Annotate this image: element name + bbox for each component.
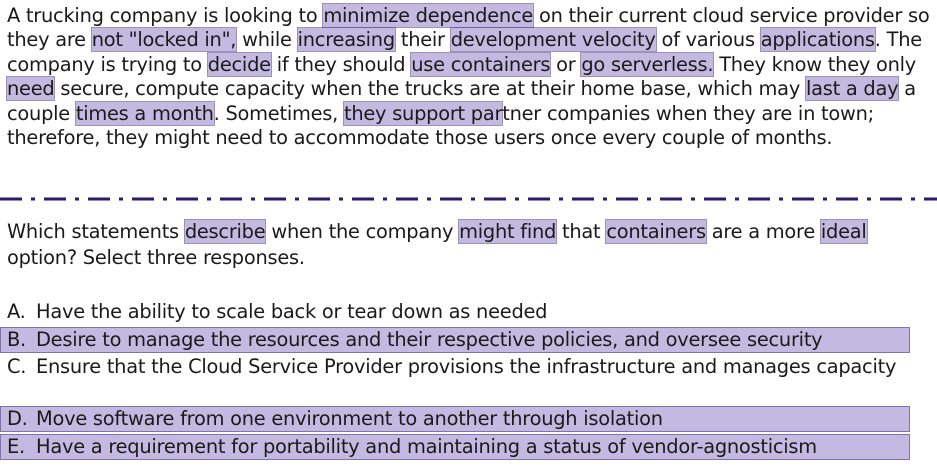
scenario-text: . Sometimes, [213,101,344,125]
highlight-increasing: increasing [296,27,396,53]
scenario-text: while [236,28,298,52]
option-letter: E. [7,435,25,458]
highlight-they-support-par: they support par [342,100,504,126]
highlight-might-find: might find [458,219,558,244]
question-text: Which statements [7,220,185,243]
highlight-describe: describe [183,219,267,244]
highlight-ideal: ideal [819,219,868,244]
question-text: when the company [265,220,460,243]
scenario-text: their [394,28,451,52]
dashed-divider [0,197,937,201]
highlight-use-containers: use containers [410,51,552,77]
highlight-decide: decide [206,51,272,77]
option-text: Desire to manage the resources and their… [36,328,823,351]
scenario-text: or [550,52,582,76]
answer-option-a[interactable]: A. Have the ability to scale back or tear… [7,300,548,324]
option-text: Have a requirement for portability and m… [36,435,817,458]
scenario-text: A trucking company is looking to [7,4,324,27]
highlight-minimize-dependence: minimize dependence [322,3,535,28]
question-text: are a more [705,220,821,243]
highlight-last-a-day: last a day [804,76,900,102]
scenario-text: if they should [270,52,412,76]
scenario-paragraph: A trucking company is looking to minimiz… [5,3,932,150]
scenario-text: They know they only [713,52,917,76]
scenario-text: secure, compute capacity when the trucks… [54,77,806,101]
answer-option-e[interactable]: E. Have a requirement for portability and… [7,435,817,459]
highlight-need: need [5,76,56,102]
highlight-go-serverless: go serverless. [580,51,715,77]
highlight-not-locked-in: not "locked in", [90,27,238,53]
highlight-containers: containers [605,219,707,244]
highlight-development-velocity: development velocity [449,27,657,53]
option-letter: B. [7,328,26,351]
answer-option-c[interactable]: C. Ensure that the Cloud Service Provider… [7,355,916,379]
option-text: Ensure that the Cloud Service Provider p… [36,355,897,378]
answer-option-b[interactable]: B. Desire to manage the resources and the… [7,328,823,352]
option-text: Have the ability to scale back or tear d… [36,300,548,323]
highlight-times-a-month: times a month [74,100,215,126]
option-text: Move software from one environment to an… [36,407,663,430]
scenario-text: of various [655,28,761,52]
question-text: that [556,220,607,243]
question-text: option? Select three responses. [7,246,305,269]
option-letter: D. [7,407,28,430]
answer-option-d[interactable]: D. Move software from one environment to … [7,407,663,431]
highlight-applications: applications [759,27,876,53]
option-letter: C. [7,355,27,378]
question-stem: Which statements describe when the compa… [7,219,932,271]
option-letter: A. [7,300,26,323]
